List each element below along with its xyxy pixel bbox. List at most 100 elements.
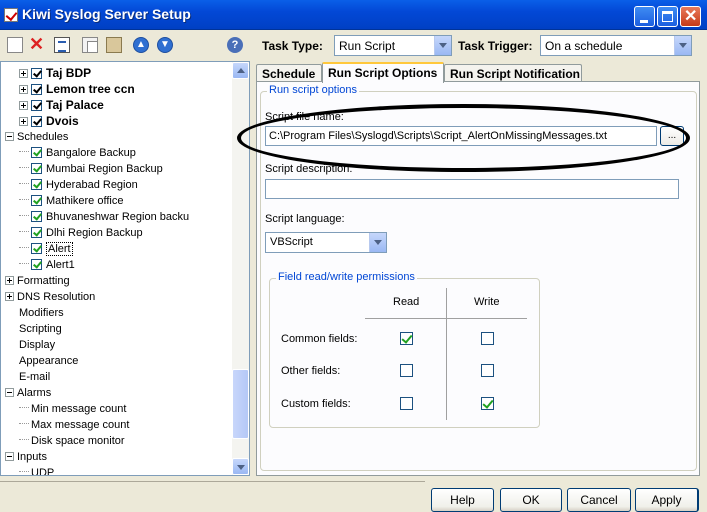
delete-icon[interactable]: ✕ (29, 35, 45, 53)
tab-run-script-notification[interactable]: Run Script Notification (444, 64, 582, 82)
tree-item[interactable]: Hyderabad Region (19, 177, 138, 193)
tree-item[interactable]: Bhuvaneshwar Region backu (19, 209, 189, 225)
tree-scrollbar[interactable] (232, 62, 249, 475)
scroll-up-icon[interactable] (232, 62, 249, 79)
help-button[interactable]: Help (431, 488, 494, 512)
copy-icon[interactable] (82, 37, 98, 53)
tree-item-email[interactable]: E-mail (19, 369, 50, 385)
custom-fields-write-checkbox[interactable] (481, 397, 494, 410)
tree-checkbox[interactable] (31, 84, 42, 95)
tree-item[interactable]: Max message count (19, 417, 129, 433)
tree-item-scripting[interactable]: Scripting (19, 321, 62, 337)
task-type-select[interactable]: Run Script (334, 35, 452, 56)
tree-checkbox[interactable] (31, 100, 42, 111)
expand-icon[interactable] (19, 69, 28, 78)
tree-item-formatting[interactable]: Formatting (5, 273, 70, 289)
ok-button[interactable]: OK (500, 488, 562, 512)
tree-checkbox[interactable] (31, 68, 42, 79)
tree-item[interactable]: Bangalore Backup (19, 145, 136, 161)
tree-checkbox[interactable] (31, 179, 42, 190)
browse-button[interactable]: ... (660, 126, 684, 146)
tree-item[interactable]: Alert1 (19, 257, 75, 273)
cancel-button[interactable]: Cancel (567, 488, 631, 512)
script-file-input[interactable]: C:\Program Files\Syslogd\Scripts\Script_… (265, 126, 657, 146)
read-header: Read (393, 296, 420, 308)
task-trigger-value: On a schedule (545, 39, 623, 53)
maximize-button[interactable] (657, 6, 678, 27)
tree-checkbox[interactable] (31, 195, 42, 206)
tree-item-label: Lemon tree ccn (46, 82, 135, 96)
custom-fields-read-checkbox[interactable] (400, 397, 413, 410)
minimize-icon (640, 20, 648, 23)
script-language-select[interactable]: VBScript (265, 232, 387, 253)
other-fields-read-checkbox[interactable] (400, 364, 413, 377)
collapse-icon[interactable] (5, 452, 14, 461)
tree-item-selected[interactable]: Alert (19, 241, 73, 257)
move-down-icon[interactable]: ▼ (157, 37, 173, 53)
expand-icon[interactable] (19, 85, 28, 94)
tree-item-label: Formatting (17, 275, 70, 287)
tree-item[interactable]: Dlhi Region Backup (19, 225, 143, 241)
tree-item-dns-resolution[interactable]: DNS Resolution (5, 289, 95, 305)
tab-schedule[interactable]: Schedule (256, 64, 322, 82)
tree-item[interactable]: Dvois (19, 113, 79, 129)
close-button[interactable]: ✕ (680, 6, 701, 27)
tree-connector (19, 151, 29, 152)
new-document-icon[interactable] (7, 37, 23, 53)
collapse-icon[interactable] (5, 388, 14, 397)
tree-checkbox[interactable] (31, 147, 42, 158)
other-fields-label: Other fields: (281, 365, 341, 377)
move-up-icon[interactable]: ▲ (133, 37, 149, 53)
write-header: Write (474, 296, 500, 308)
minimize-button[interactable] (634, 6, 655, 27)
chevron-down-icon[interactable] (369, 233, 386, 252)
tree-item-inputs[interactable]: Inputs (5, 449, 47, 465)
tree-checkbox[interactable] (31, 227, 42, 238)
tree-item-label: Mumbai Region Backup (46, 163, 163, 175)
task-trigger-select[interactable]: On a schedule (540, 35, 692, 56)
properties-icon[interactable] (54, 37, 70, 53)
tree-checkbox[interactable] (31, 163, 42, 174)
other-fields-write-checkbox[interactable] (481, 364, 494, 377)
common-fields-read-checkbox[interactable] (400, 332, 413, 345)
tree-item-modifiers[interactable]: Modifiers (19, 305, 64, 321)
tree-item[interactable]: Disk space monitor (19, 433, 125, 449)
chevron-down-icon[interactable] (434, 36, 451, 55)
expand-icon[interactable] (19, 101, 28, 110)
tree-item[interactable]: UDP (19, 465, 54, 475)
paste-icon[interactable] (106, 37, 122, 53)
tree-item-appearance[interactable]: Appearance (19, 353, 78, 369)
tree-item-display[interactable]: Display (19, 337, 55, 353)
collapse-icon[interactable] (5, 132, 14, 141)
tree-checkbox[interactable] (31, 259, 42, 270)
tree-item[interactable]: Min message count (19, 401, 126, 417)
tree-checkbox[interactable] (31, 243, 42, 254)
tree-item-alarms[interactable]: Alarms (5, 385, 51, 401)
tree-item[interactable]: Lemon tree ccn (19, 81, 135, 97)
tree-item-label: Mathikere office (46, 195, 124, 207)
tree-checkbox[interactable] (31, 211, 42, 222)
expand-icon[interactable] (5, 276, 14, 285)
expand-icon[interactable] (5, 292, 14, 301)
tree-item[interactable]: Taj BDP (19, 65, 91, 81)
tree-item-label: Taj BDP (46, 66, 92, 80)
settings-tree[interactable]: Taj BDP Lemon tree ccn Taj Palace Dvois … (0, 61, 250, 476)
tree-item-label: Dvois (46, 114, 79, 128)
script-description-input[interactable] (265, 179, 679, 199)
tree-item[interactable]: Mathikere office (19, 193, 123, 209)
script-description-label: Script description: (265, 163, 353, 175)
scroll-thumb[interactable] (232, 369, 249, 439)
common-fields-write-checkbox[interactable] (481, 332, 494, 345)
expand-icon[interactable] (19, 117, 28, 126)
tree-item-label: Taj Palace (46, 98, 104, 112)
chevron-down-icon[interactable] (674, 36, 691, 55)
tree-item-schedules[interactable]: Schedules (5, 129, 68, 145)
tree-item[interactable]: Mumbai Region Backup (19, 161, 163, 177)
help-icon[interactable]: ? (227, 37, 243, 53)
tab-run-script-options[interactable]: Run Script Options (322, 62, 444, 83)
scroll-down-icon[interactable] (232, 458, 249, 475)
tree-item[interactable]: Taj Palace (19, 97, 104, 113)
apply-button[interactable]: Apply (635, 488, 699, 512)
title-bar: Kiwi Syslog Server Setup ✕ (0, 0, 707, 30)
tree-checkbox[interactable] (31, 116, 42, 127)
